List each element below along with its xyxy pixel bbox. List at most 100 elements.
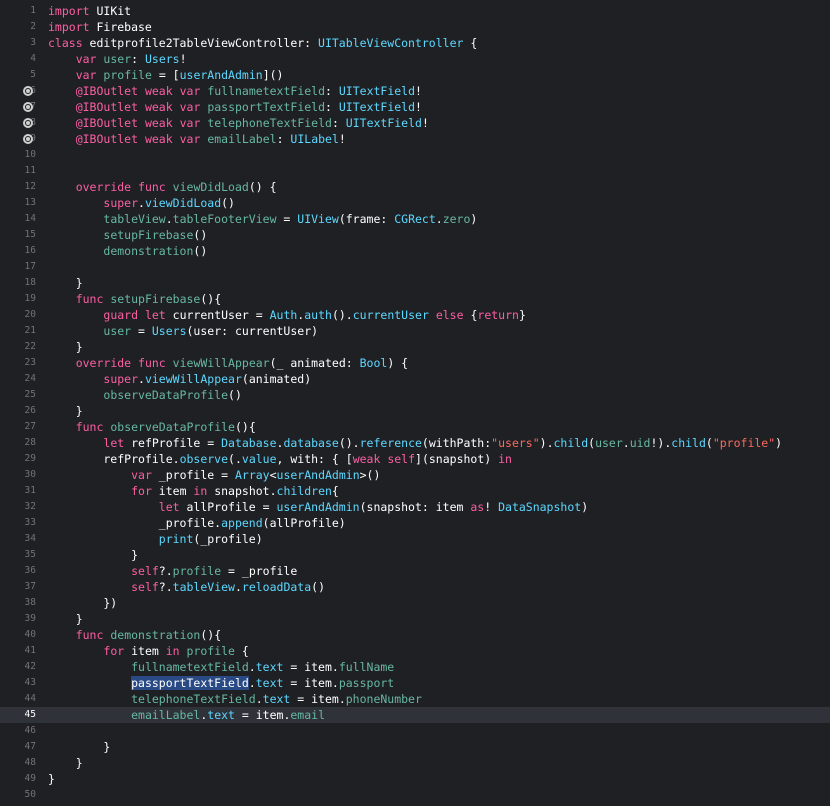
code-line[interactable]: 24 super.viewWillAppear(animated) xyxy=(0,371,830,387)
code-line[interactable]: 49} xyxy=(0,771,830,787)
code-line[interactable]: 29 refProfile.observe(.value, with: { [w… xyxy=(0,451,830,467)
code-line[interactable]: 6 @IBOutlet weak var fullnametextField: … xyxy=(0,83,830,99)
code-line[interactable]: 3 class editprofile2TableViewController: … xyxy=(0,35,830,51)
code-line[interactable]: 12 override func viewDidLoad() { xyxy=(0,179,830,195)
code-line[interactable]: 13 super.viewDidLoad() xyxy=(0,195,830,211)
code-token: } xyxy=(518,308,526,322)
code-line[interactable]: 30 var _profile = Array<userAndAdmin>() xyxy=(0,467,830,483)
code-line[interactable]: 9 @IBOutlet weak var emailLabel: UILabel… xyxy=(0,131,830,147)
code-line[interactable]: 17 xyxy=(0,259,830,275)
code-token: = item. xyxy=(290,692,346,706)
outlet-connection-icon[interactable] xyxy=(23,134,33,144)
code-line[interactable]: 44 telephoneTextField.text = item.phoneN… xyxy=(0,691,830,707)
code-line[interactable]: 39 } xyxy=(0,611,830,627)
code-token: (){ xyxy=(234,420,256,434)
code-token: } xyxy=(48,548,139,562)
code-line[interactable]: 8 @IBOutlet weak var telephoneTextField:… xyxy=(0,115,830,131)
code-token: observeDataProfile xyxy=(110,420,235,434)
code-line[interactable]: 23 override func viewWillAppear(_ animat… xyxy=(0,355,830,371)
code-token: @IBOutlet xyxy=(75,116,139,130)
code-line[interactable]: 16 demonstration() xyxy=(0,243,830,259)
code-line[interactable]: 32 let allProfile = userAndAdmin(snapsho… xyxy=(0,499,830,515)
code-token: tableView xyxy=(172,580,235,594)
outlet-connection-icon[interactable] xyxy=(23,102,33,112)
code-token: . xyxy=(622,436,630,450)
code-text: func setupFirebase(){ xyxy=(48,291,221,307)
code-line[interactable]: 20 guard let currentUser = Auth.auth().c… xyxy=(0,307,830,323)
code-line[interactable]: 18 } xyxy=(0,275,830,291)
code-token: let xyxy=(103,436,125,450)
line-number: 21 xyxy=(24,325,36,336)
code-line[interactable]: 15 setupFirebase() xyxy=(0,227,830,243)
code-token: in xyxy=(165,644,180,658)
code-line[interactable]: 47 } xyxy=(0,739,830,755)
code-token: viewWillAppear xyxy=(144,372,242,386)
code-editor[interactable]: 1 import UIKit 2 import Firebase 3 class edit… xyxy=(0,0,830,806)
code-text: _profile.append(allProfile) xyxy=(48,515,346,531)
code-token: viewDidLoad xyxy=(172,180,249,194)
code-line[interactable]: 4 var user: Users! xyxy=(0,51,830,67)
code-line[interactable]: 42 fullnametextField.text = item.fullNam… xyxy=(0,659,830,675)
code-line[interactable]: 19 func setupFirebase(){ xyxy=(0,291,830,307)
code-line[interactable]: 37 self?.tableView.reloadData() xyxy=(0,579,830,595)
code-line[interactable]: 40 func demonstration(){ xyxy=(0,627,830,643)
outlet-connection-icon[interactable] xyxy=(23,86,33,96)
code-token: append xyxy=(221,516,263,530)
code-token: (user: currentUser) xyxy=(186,324,319,338)
code-line[interactable]: 14 tableView.tableFooterView = UIView(fr… xyxy=(0,211,830,227)
code-token: () xyxy=(193,244,208,258)
code-text: self?.profile = _profile xyxy=(48,563,297,579)
line-number: 34 xyxy=(24,533,36,544)
code-line[interactable]: 38 }) xyxy=(0,595,830,611)
code-line[interactable]: 43 passportTextField.text = item.passpor… xyxy=(0,675,830,691)
code-line[interactable]: 21 user = Users(user: currentUser) xyxy=(0,323,830,339)
code-line[interactable]: 27 func observeDataProfile(){ xyxy=(0,419,830,435)
code-line[interactable]: 41 for item in profile { xyxy=(0,643,830,659)
code-token: () xyxy=(228,388,242,402)
outlet-connection-icon[interactable] xyxy=(23,118,33,128)
code-token: { xyxy=(463,308,478,322)
code-line[interactable]: 28 let refProfile = Database.database().… xyxy=(0,435,830,451)
code-token: refProfile. xyxy=(48,452,180,466)
code-line[interactable]: 25 observeDataProfile() xyxy=(0,387,830,403)
code-line[interactable]: 22 } xyxy=(0,339,830,355)
code-token: super xyxy=(103,196,139,210)
code-token: : xyxy=(131,52,145,66)
code-line[interactable]: 34 print(_profile) xyxy=(0,531,830,547)
code-token: telephoneTextField xyxy=(131,692,256,706)
code-token: } xyxy=(48,740,111,754)
code-line[interactable]: 33 _profile.append(allProfile) xyxy=(0,515,830,531)
code-line[interactable]: 11 xyxy=(0,163,830,179)
code-token: ) xyxy=(581,500,589,514)
code-line[interactable]: 26 } xyxy=(0,403,830,419)
code-line[interactable]: 2 import Firebase xyxy=(0,19,830,35)
code-token: UIView xyxy=(297,212,339,226)
code-token: reloadData xyxy=(241,580,312,594)
code-line[interactable]: 10 xyxy=(0,147,830,163)
code-line[interactable]: 1 import UIKit xyxy=(0,3,830,19)
code-line[interactable]: 48 } xyxy=(0,755,830,771)
code-line[interactable]: 46 xyxy=(0,723,830,739)
line-number: 16 xyxy=(24,245,36,256)
line-number: 17 xyxy=(24,261,36,272)
code-line[interactable]: 36 self?.profile = _profile xyxy=(0,563,830,579)
code-token: () xyxy=(311,580,326,594)
code-token: : xyxy=(325,100,339,114)
code-line[interactable]: 45 emailLabel.text = item.email xyxy=(0,707,830,723)
code-token: currentUser xyxy=(352,308,429,322)
code-line[interactable]: 35 } xyxy=(0,547,830,563)
code-line[interactable]: 50 xyxy=(0,787,830,803)
code-token: tableView xyxy=(103,212,166,226)
code-line[interactable]: 31 for item in snapshot.children{ xyxy=(0,483,830,499)
code-token: Users xyxy=(144,52,180,66)
code-line[interactable]: 5 var profile = [userAndAdmin]() xyxy=(0,67,830,83)
code-line[interactable]: 7 @IBOutlet weak var passportTextField: … xyxy=(0,99,830,115)
